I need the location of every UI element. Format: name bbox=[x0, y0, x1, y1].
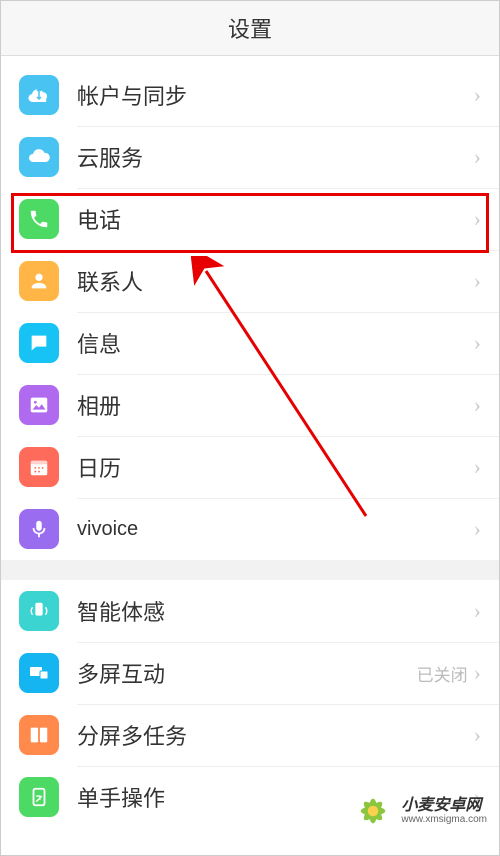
chevron-right-icon: › bbox=[474, 454, 481, 480]
watermark-title: 小麦安卓网 bbox=[401, 797, 487, 815]
item-label: 电话 bbox=[77, 203, 474, 235]
motion-icon bbox=[19, 591, 59, 631]
cloud-icon bbox=[19, 137, 59, 177]
header: 设置 bbox=[1, 1, 499, 56]
splitscreen-icon bbox=[19, 715, 59, 755]
item-label: 帐户与同步 bbox=[77, 79, 474, 111]
chevron-right-icon: › bbox=[474, 660, 481, 686]
watermark: 小麦安卓网 www.xmsigma.com bbox=[351, 789, 487, 833]
settings-item-cloud[interactable]: 云服务 › bbox=[1, 126, 499, 188]
settings-item-phone[interactable]: 电话 › bbox=[1, 188, 499, 250]
settings-item-contacts[interactable]: 联系人 › bbox=[1, 250, 499, 312]
settings-item-multiscreen[interactable]: 多屏互动 已关闭 › bbox=[1, 642, 499, 704]
calendar-icon bbox=[19, 447, 59, 487]
item-label: 分屏多任务 bbox=[77, 719, 474, 751]
chevron-right-icon: › bbox=[474, 268, 481, 294]
settings-item-photos[interactable]: 相册 › bbox=[1, 374, 499, 436]
account-sync-icon bbox=[19, 75, 59, 115]
settings-item-messages[interactable]: 信息 › bbox=[1, 312, 499, 374]
chevron-right-icon: › bbox=[474, 144, 481, 170]
phone-icon bbox=[19, 199, 59, 239]
settings-item-vivoice[interactable]: vivoice › bbox=[1, 498, 499, 560]
multiscreen-icon bbox=[19, 653, 59, 693]
item-label: 联系人 bbox=[77, 265, 474, 297]
settings-item-calendar[interactable]: 日历 › bbox=[1, 436, 499, 498]
chevron-right-icon: › bbox=[474, 722, 481, 748]
item-label: 多屏互动 bbox=[77, 657, 417, 689]
settings-item-account-sync[interactable]: 帐户与同步 › bbox=[1, 64, 499, 126]
photos-icon bbox=[19, 385, 59, 425]
settings-item-motion[interactable]: 智能体感 › bbox=[1, 580, 499, 642]
settings-group: 帐户与同步 › 云服务 › 电话 › 联系人 › bbox=[1, 64, 499, 560]
item-label: 相册 bbox=[77, 389, 474, 421]
page-title: 设置 bbox=[228, 12, 272, 44]
item-label: vivoice bbox=[77, 518, 474, 541]
chevron-right-icon: › bbox=[474, 330, 481, 356]
contacts-icon bbox=[19, 261, 59, 301]
settings-item-splitscreen[interactable]: 分屏多任务 › bbox=[1, 704, 499, 766]
item-value: 已关闭 bbox=[417, 661, 468, 686]
item-label: 日历 bbox=[77, 451, 474, 483]
watermark-logo-icon bbox=[351, 789, 395, 833]
item-label: 信息 bbox=[77, 327, 474, 359]
chevron-right-icon: › bbox=[474, 392, 481, 418]
item-label: 智能体感 bbox=[77, 595, 474, 627]
chevron-right-icon: › bbox=[474, 206, 481, 232]
onehand-icon bbox=[19, 777, 59, 817]
chevron-right-icon: › bbox=[474, 598, 481, 624]
item-label: 云服务 bbox=[77, 141, 474, 173]
chevron-right-icon: › bbox=[474, 82, 481, 108]
chevron-right-icon: › bbox=[474, 516, 481, 542]
mic-icon bbox=[19, 509, 59, 549]
settings-list: 帐户与同步 › 云服务 › 电话 › 联系人 › bbox=[1, 64, 499, 828]
watermark-url: www.xmsigma.com bbox=[401, 814, 487, 825]
message-icon bbox=[19, 323, 59, 363]
